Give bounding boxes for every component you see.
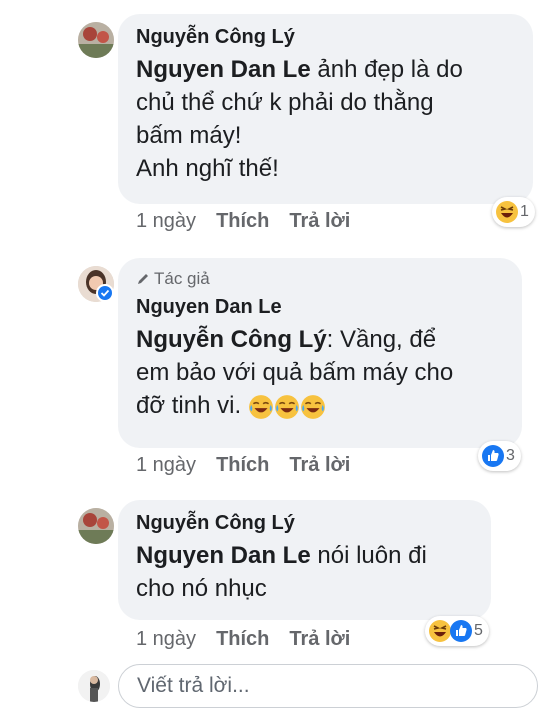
comment-text-line: cho nó nhục [136, 575, 267, 602]
like-button[interactable]: Thích [216, 454, 269, 477]
like-button[interactable]: Thích [216, 628, 269, 651]
reply-input[interactable] [135, 673, 521, 699]
comment-text: Nguyen Dan Le nói luôn đi cho nó nhục [136, 539, 475, 605]
mention-link[interactable]: Nguyen Dan Le [136, 56, 311, 83]
verified-badge-icon [96, 284, 114, 302]
author-tag-label: Tác giả [154, 269, 210, 288]
timestamp[interactable]: 1 ngày [136, 210, 196, 233]
reply-button[interactable]: Trả lời [289, 210, 350, 233]
reaction-count: 5 [474, 622, 483, 639]
reply-button[interactable]: Trả lời [289, 628, 350, 651]
laugh-cry-emoji-icon [300, 394, 326, 420]
reaction-summary[interactable]: 3 [478, 441, 521, 471]
timestamp[interactable]: 1 ngày [136, 628, 196, 651]
like-icon [481, 444, 505, 468]
comment-actions: 1 ngày Thích Trả lời [136, 210, 350, 233]
comment-text: Nguyen Dan Le ảnh đẹp là do chủ thể chứ … [136, 53, 517, 185]
comment-text-line: : Vầng, để [326, 326, 437, 353]
like-button[interactable]: Thích [216, 210, 269, 233]
reply-box[interactable] [118, 664, 538, 708]
comment-bubble: Nguyễn Công Lý Nguyen Dan Le ảnh đẹp là … [118, 14, 533, 204]
mention-link[interactable]: Nguyễn Công Lý [136, 326, 327, 353]
reaction-count: 1 [520, 203, 529, 220]
comment-bubble: Nguyễn Công Lý Nguyen Dan Le nói luôn đi… [118, 500, 491, 620]
reaction-summary[interactable]: 1 [492, 197, 535, 227]
laugh-cry-emoji-icon [248, 394, 274, 420]
comment-text: Nguyễn Công Lý: Vầng, để em bảo với quả … [136, 323, 506, 422]
comment-author[interactable]: Nguyen Dan Le [136, 294, 506, 320]
mention-link[interactable]: Nguyen Dan Le [136, 542, 311, 569]
comment-text-line: ảnh đẹp là do [310, 56, 463, 83]
avatar[interactable] [78, 22, 114, 58]
comment-text-line: nói luôn đi [310, 542, 427, 569]
comment-bubble: Tác giả Nguyen Dan Le Nguyễn Công Lý: Vầ… [118, 258, 522, 448]
comment-text-line: bấm máy! [136, 122, 242, 149]
comment-text-line: chủ thể chứ k phải do thằng [136, 89, 434, 116]
reaction-count: 3 [506, 447, 515, 464]
timestamp[interactable]: 1 ngày [136, 454, 196, 477]
like-icon [449, 619, 473, 643]
laugh-emoji-icon [495, 200, 519, 224]
comment-text-line: đỡ tinh vi. [136, 392, 248, 419]
author-tag: Tác giả [136, 268, 506, 290]
avatar[interactable] [78, 508, 114, 544]
reaction-summary[interactable]: 5 [425, 616, 489, 646]
comment-text-line: Anh nghĩ thế! [136, 155, 279, 182]
laugh-cry-emoji-icon [274, 394, 300, 420]
comment-actions: 1 ngày Thích Trả lời [136, 454, 350, 477]
comment-actions: 1 ngày Thích Trả lời [136, 628, 350, 651]
current-user-avatar [78, 670, 110, 702]
comment-text-line: em bảo với quả bấm máy cho [136, 359, 454, 386]
comment-author[interactable]: Nguyễn Công Lý [136, 510, 475, 536]
comment-author[interactable]: Nguyễn Công Lý [136, 24, 517, 50]
reply-button[interactable]: Trả lời [289, 454, 350, 477]
pencil-icon [138, 274, 148, 284]
